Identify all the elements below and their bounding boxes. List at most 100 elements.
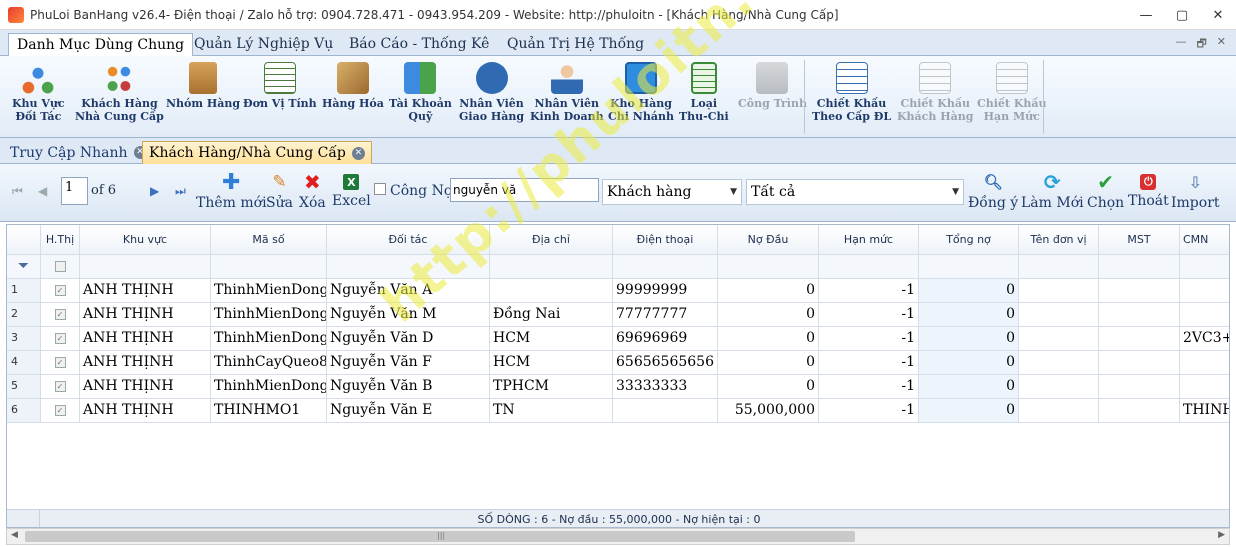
cell-hm[interactable]: -1 xyxy=(819,351,919,375)
ribbon-nv-kinh-doanh[interactable]: Nhân Viên Kinh Doanh xyxy=(530,62,604,123)
filter-cell[interactable] xyxy=(819,255,919,279)
ribbon-khu-vuc-doi-tac[interactable]: Khu Vực Đối Tác xyxy=(12,62,65,123)
ribbon-nv-giao-hang[interactable]: Nhân Viên Giao Hàng xyxy=(459,62,524,123)
ribbon-nhom-hang[interactable]: Nhóm Hàng xyxy=(166,62,240,110)
cell-ten[interactable] xyxy=(1019,399,1099,423)
cell-hm[interactable]: -1 xyxy=(819,279,919,303)
filter-cell[interactable] xyxy=(718,255,819,279)
cell-kv[interactable]: ANH THỊNH xyxy=(80,327,211,351)
cell-nodau[interactable]: 0 xyxy=(718,303,819,327)
cell-ma[interactable]: THINHMO1 xyxy=(211,399,327,423)
cell-ten[interactable] xyxy=(1019,303,1099,327)
table-row[interactable]: 5 ✓ ANH THỊNH ThinhMienDong4 Nguyễn Văn B TPH… xyxy=(7,375,1229,399)
row-number[interactable]: 5 xyxy=(7,375,41,399)
cell-tong[interactable]: 0 xyxy=(919,375,1019,399)
ribbon-loai-thu-chi[interactable]: Loại Thu-Chi xyxy=(679,62,729,123)
cell-dt[interactable]: Nguyễn Văn D xyxy=(327,327,490,351)
cell-nodau[interactable]: 0 xyxy=(718,279,819,303)
cell-kv[interactable]: ANH THỊNH xyxy=(80,279,211,303)
ribbon-cong-trinh[interactable]: Công Trình xyxy=(738,62,807,110)
first-page-icon[interactable]: ⏮ xyxy=(12,184,23,199)
cell-cmn[interactable] xyxy=(1180,279,1229,303)
ribbon-don-vi-tinh[interactable]: Đơn Vị Tính xyxy=(243,62,317,110)
table-row[interactable]: 3 ✓ ANH THỊNH ThinhMienDong7 Nguyễn Văn D HCM… xyxy=(7,327,1229,351)
cell-ma[interactable]: ThinhMienDong xyxy=(211,279,327,303)
cell-nodau[interactable]: 0 xyxy=(718,351,819,375)
cell-phone[interactable]: 65656565656 xyxy=(613,351,718,375)
cell-cmn[interactable] xyxy=(1180,375,1229,399)
filter-cell[interactable] xyxy=(490,255,613,279)
cell-ma[interactable]: ThinhMienDong7 xyxy=(211,327,327,351)
ribbon-ck-khach-hang[interactable]: Chiết Khấu Khách Hàng xyxy=(897,62,973,123)
filter-cell[interactable] xyxy=(919,255,1019,279)
table-row[interactable]: 4 ✓ ANH THỊNH ThinhCayQueo8 Nguyễn Văn F HCM 6… xyxy=(7,351,1229,375)
cell-dt[interactable]: Nguyễn Văn M xyxy=(327,303,490,327)
row-number[interactable]: 2 xyxy=(7,303,41,327)
col-header-dia-chi[interactable]: Địa chỉ xyxy=(490,225,613,255)
filter-cell[interactable] xyxy=(1019,255,1099,279)
choose-button[interactable]: ✔ Chọn xyxy=(1087,170,1124,211)
row-checkbox[interactable]: ✓ xyxy=(41,303,80,327)
ribbon-ck-han-muc[interactable]: Chiết Khấu Hạn Mức xyxy=(977,62,1047,123)
cell-phone[interactable]: 99999999 xyxy=(613,279,718,303)
cell-cmn[interactable] xyxy=(1180,351,1229,375)
ribbon-tai-khoan-quy[interactable]: Tài Khoản Quỹ xyxy=(389,62,452,123)
cell-kv[interactable]: ANH THỊNH xyxy=(80,303,211,327)
filter-cell[interactable] xyxy=(1099,255,1180,279)
row-checkbox[interactable]: ✓ xyxy=(41,327,80,351)
last-page-icon[interactable]: ⏭ xyxy=(175,184,186,199)
confirm-button[interactable]: 🔍︎ Đồng ý xyxy=(968,172,1018,211)
cell-dt[interactable]: Nguyễn Văn B xyxy=(327,375,490,399)
edit-button[interactable]: ✎ Sửa xyxy=(266,172,293,211)
table-row[interactable]: 1 ✓ ANH THỊNH ThinhMienDong Nguyễn Văn A 9999… xyxy=(7,279,1229,303)
cell-tong[interactable]: 0 xyxy=(919,351,1019,375)
exit-button[interactable]: ⏻ Thoát xyxy=(1128,172,1169,209)
col-header-no-dau[interactable]: Nợ Đầu xyxy=(718,225,819,255)
cell-tong[interactable]: 0 xyxy=(919,279,1019,303)
cell-mst[interactable] xyxy=(1099,399,1180,423)
cell-ten[interactable] xyxy=(1019,327,1099,351)
col-header-doi-tac[interactable]: Đối tác xyxy=(327,225,490,255)
cell-tong[interactable]: 0 xyxy=(919,303,1019,327)
cell-dt[interactable]: Nguyễn Văn A xyxy=(327,279,490,303)
cell-dc[interactable]: HCM xyxy=(490,327,613,351)
row-number[interactable]: 4 xyxy=(7,351,41,375)
col-header-dien-thoai[interactable]: Điện thoại xyxy=(613,225,718,255)
row-checkbox[interactable]: ✓ xyxy=(41,399,80,423)
cell-ten[interactable] xyxy=(1019,375,1099,399)
cell-mst[interactable] xyxy=(1099,327,1180,351)
tab-truy-cap-nhanh[interactable]: Truy Cập Nhanh ✕ xyxy=(4,141,153,164)
cell-ten[interactable] xyxy=(1019,351,1099,375)
cell-hm[interactable]: -1 xyxy=(819,399,919,423)
row-number[interactable]: 1 xyxy=(7,279,41,303)
cell-dc[interactable]: TN xyxy=(490,399,613,423)
cell-cmn[interactable] xyxy=(1180,303,1229,327)
row-checkbox[interactable]: ✓ xyxy=(41,351,80,375)
col-header-hthi[interactable]: H.Thị xyxy=(41,225,80,255)
cell-cmn[interactable]: THINH xyxy=(1180,399,1229,423)
mdi-minimize-icon[interactable]: — xyxy=(1175,35,1186,54)
col-header-ma-so[interactable]: Mã số xyxy=(211,225,327,255)
cell-phone[interactable]: 33333333 xyxy=(613,375,718,399)
scroll-left-icon[interactable]: ◀ xyxy=(11,530,18,540)
mdi-restore-icon[interactable]: 🗗 xyxy=(1196,35,1206,54)
ribbon-hang-hoa[interactable]: Hàng Hóa xyxy=(322,62,384,110)
row-checkbox[interactable]: ✓ xyxy=(41,279,80,303)
cell-ma[interactable]: ThinhMienDong4 xyxy=(211,375,327,399)
delete-button[interactable]: ✖ Xóa xyxy=(299,170,326,211)
cell-ma[interactable]: ThinhMienDong3 xyxy=(211,303,327,327)
col-header-mst[interactable]: MST xyxy=(1099,225,1180,255)
col-header-han-muc[interactable]: Hạn mức xyxy=(819,225,919,255)
excel-button[interactable]: X Excel xyxy=(332,172,371,209)
cell-phone[interactable]: 69696969 xyxy=(613,327,718,351)
tab-danh-muc-dung-chung[interactable]: Danh Mục Dùng Chung xyxy=(8,33,194,57)
cell-nodau[interactable]: 55,000,000 xyxy=(718,399,819,423)
close-icon[interactable]: ✕ xyxy=(351,146,365,160)
filter-icon[interactable]: ⏷ xyxy=(7,255,41,279)
cell-tong[interactable]: 0 xyxy=(919,399,1019,423)
row-checkbox[interactable]: ✓ xyxy=(41,375,80,399)
horizontal-scrollbar[interactable]: ◀ ||| ▶ xyxy=(6,528,1230,545)
cell-kv[interactable]: ANH THỊNH xyxy=(80,399,211,423)
cell-nodau[interactable]: 0 xyxy=(718,375,819,399)
refresh-button[interactable]: ⟳ Làm Mới xyxy=(1021,170,1084,211)
